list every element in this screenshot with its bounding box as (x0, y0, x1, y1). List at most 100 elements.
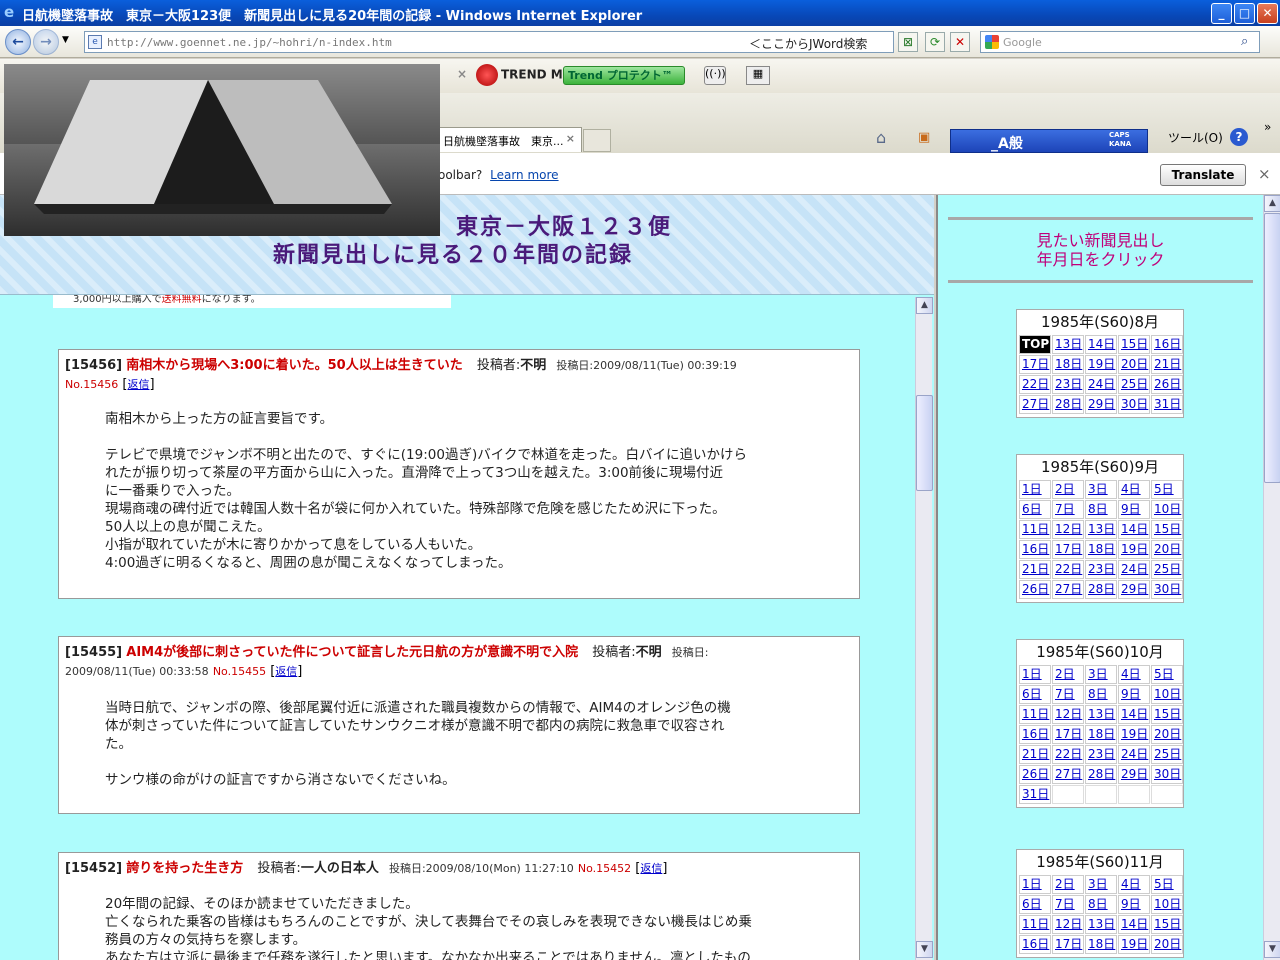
calendar-day-link[interactable]: 22日 (1052, 560, 1084, 579)
reply-link[interactable]: 返信 (275, 665, 297, 678)
calendar-day-link[interactable]: 25日 (1151, 745, 1183, 764)
calendar-day-link[interactable]: 10日 (1151, 685, 1183, 704)
calendar-day-link[interactable]: 22日 (1019, 375, 1051, 394)
close-window-button[interactable]: ✕ (1257, 3, 1278, 24)
scroll-up-button[interactable]: ▲ (916, 297, 933, 314)
calendar-day-link[interactable]: 13日 (1085, 915, 1117, 934)
url-field[interactable]: e http://www.goennet.ne.jp/~hohri/n-inde… (84, 31, 894, 53)
calendar-day-link[interactable]: 19日 (1085, 355, 1117, 374)
post-title[interactable]: 誇りを持った生き方 (126, 861, 243, 876)
calendar-day-link[interactable]: 14日 (1085, 335, 1117, 354)
scroll-thumb[interactable] (916, 395, 933, 491)
calendar-day-link[interactable]: 20日 (1118, 355, 1150, 374)
calendar-day-link[interactable]: 15日 (1151, 520, 1183, 539)
calendar-day-link[interactable]: 9日 (1118, 895, 1150, 914)
calendar-day-link[interactable]: 14日 (1118, 915, 1150, 934)
tools-menu[interactable]: ツール(O) (1168, 129, 1223, 146)
calendar-day-link[interactable]: 22日 (1052, 745, 1084, 764)
calendar-day-link[interactable]: 1日 (1019, 480, 1051, 499)
scroll-down-button[interactable]: ▼ (1264, 941, 1280, 958)
calendar-day-link[interactable]: 24日 (1118, 560, 1150, 579)
ime-language-bar[interactable]: _A般 CAPS KANA (950, 129, 1148, 153)
calendar-day-link[interactable]: TOP (1019, 335, 1051, 354)
calendar-day-link[interactable]: 6日 (1019, 685, 1051, 704)
search-icon[interactable]: ⌕ (1241, 34, 1248, 49)
tab-current[interactable]: 日航機墜落事故 東京... × (432, 127, 582, 152)
calendar-day-link[interactable]: 18日 (1052, 355, 1084, 374)
jword-search-label[interactable]: ＜ここからJWord検索 (749, 35, 867, 52)
calendar-day-link[interactable]: 17日 (1052, 540, 1084, 559)
calendar-day-link[interactable]: 26日 (1019, 580, 1051, 599)
calendar-day-link[interactable]: 17日 (1052, 725, 1084, 744)
minimize-button[interactable]: _ (1211, 3, 1232, 24)
calendar-day-link[interactable]: 25日 (1118, 375, 1150, 394)
calendar-day-link[interactable]: 30日 (1118, 395, 1150, 414)
calendar-day-link[interactable]: 29日 (1085, 395, 1117, 414)
search-input[interactable]: Google ⌕ (980, 31, 1260, 53)
refresh-icon[interactable]: ⟳ (925, 32, 945, 52)
calendar-day-link[interactable]: 15日 (1118, 335, 1150, 354)
post-title[interactable]: 南相木から現場へ3:00に着いた。50人以上は生きていた (126, 358, 462, 373)
calendar-day-link[interactable]: 3日 (1085, 875, 1117, 894)
reply-link[interactable]: 返信 (127, 378, 149, 391)
calendar-day-link[interactable]: 9日 (1118, 685, 1150, 704)
calendar-day-link[interactable]: 4日 (1118, 665, 1150, 684)
calendar-day-link[interactable]: 11日 (1019, 915, 1051, 934)
calendar-day-link[interactable]: 19日 (1118, 725, 1150, 744)
calendar-day-link[interactable]: 17日 (1019, 355, 1051, 374)
calendar-day-link[interactable]: 15日 (1151, 915, 1183, 934)
calendar-day-link[interactable]: 7日 (1052, 895, 1084, 914)
calendar-day-link[interactable]: 16日 (1019, 540, 1051, 559)
home-icon[interactable]: ⌂ (876, 128, 886, 147)
calendar-day-link[interactable]: 13日 (1085, 705, 1117, 724)
calendar-day-link[interactable]: 21日 (1019, 560, 1051, 579)
calendar-day-link[interactable]: 27日 (1052, 580, 1084, 599)
calendar-day-link[interactable]: 10日 (1151, 895, 1183, 914)
tab-close-icon[interactable]: × (566, 132, 575, 145)
compat-view-icon[interactable]: ⊠ (898, 32, 918, 52)
calendar-day-link[interactable]: 13日 (1052, 335, 1084, 354)
calendar-day-link[interactable]: 2日 (1052, 875, 1084, 894)
calendar-day-link[interactable]: 6日 (1019, 500, 1051, 519)
calendar-day-link[interactable]: 27日 (1052, 765, 1084, 784)
calendar-day-link[interactable]: 11日 (1019, 520, 1051, 539)
calendar-day-link[interactable]: 30日 (1151, 765, 1183, 784)
toolbar-close-icon[interactable]: × (457, 67, 467, 81)
calendar-day-link[interactable]: 26日 (1019, 765, 1051, 784)
calendar-day-link[interactable]: 17日 (1052, 935, 1084, 954)
feed-icon[interactable]: ((·)) (704, 66, 726, 85)
calendar-day-link[interactable]: 3日 (1085, 665, 1117, 684)
calendar-day-link[interactable]: 3日 (1085, 480, 1117, 499)
rss-icon[interactable]: ▣ (918, 130, 930, 145)
help-icon[interactable]: ? (1230, 128, 1248, 146)
calendar-day-link[interactable]: 29日 (1118, 765, 1150, 784)
post-title[interactable]: AIM4が後部に刺さっていた件について証言した元日航の方が意識不明で入院 (126, 645, 578, 660)
scroll-down-button[interactable]: ▼ (916, 941, 933, 958)
new-tab-button[interactable] (583, 129, 611, 152)
main-scrollbar[interactable]: ▲ ▼ (915, 297, 933, 960)
calendar-day-link[interactable]: 21日 (1019, 745, 1051, 764)
calendar-day-link[interactable]: 12日 (1052, 520, 1084, 539)
scroll-up-button[interactable]: ▲ (1264, 195, 1280, 212)
calendar-day-link[interactable]: 28日 (1052, 395, 1084, 414)
learn-more-link[interactable]: Learn more (490, 168, 558, 182)
calendar-day-link[interactable]: 31日 (1151, 395, 1183, 414)
calendar-day-link[interactable]: 5日 (1151, 875, 1183, 894)
calendar-day-link[interactable]: 12日 (1052, 915, 1084, 934)
stop-icon[interactable]: ✕ (950, 32, 970, 52)
calendar-day-link[interactable]: 6日 (1019, 895, 1051, 914)
more-chevron-icon[interactable]: » (1264, 120, 1271, 134)
calendar-day-link[interactable]: 18日 (1085, 725, 1117, 744)
calendar-day-link[interactable]: 23日 (1052, 375, 1084, 394)
calendar-day-link[interactable]: 20日 (1151, 935, 1183, 954)
calendar-day-link[interactable]: 19日 (1118, 540, 1150, 559)
calendar-day-link[interactable]: 29日 (1118, 580, 1150, 599)
calendar-day-link[interactable]: 18日 (1085, 540, 1117, 559)
calendar-day-link[interactable]: 8日 (1085, 895, 1117, 914)
maximize-button[interactable]: □ (1234, 3, 1255, 24)
calendar-day-link[interactable]: 1日 (1019, 875, 1051, 894)
calendar-day-link[interactable]: 20日 (1151, 725, 1183, 744)
calendar-day-link[interactable]: 21日 (1151, 355, 1183, 374)
calendar-day-link[interactable]: 15日 (1151, 705, 1183, 724)
calendar-day-link[interactable]: 18日 (1085, 935, 1117, 954)
